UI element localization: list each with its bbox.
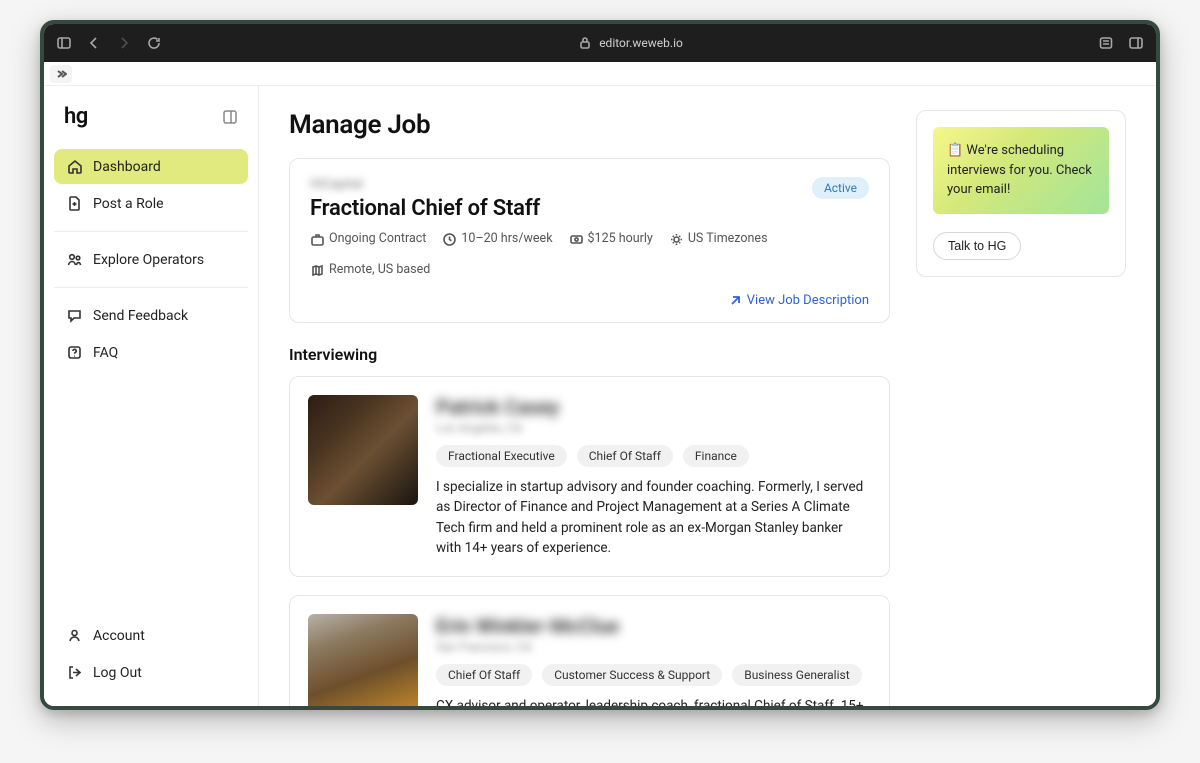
nav-separator	[54, 231, 248, 232]
tag: Chief Of Staff	[577, 445, 673, 467]
sidebar-item-label: FAQ	[93, 345, 118, 361]
job-card: HiCapital Fractional Chief of Staff Acti…	[289, 158, 890, 323]
money-icon	[569, 232, 583, 246]
tag: Chief Of Staff	[436, 664, 532, 686]
interviewing-header: Interviewing	[289, 345, 890, 364]
user-icon	[66, 627, 83, 644]
reload-icon[interactable]	[146, 35, 162, 51]
reader-icon[interactable]	[1098, 35, 1114, 51]
job-company: HiCapital	[310, 177, 540, 192]
map-icon	[310, 263, 324, 277]
tag: Fractional Executive	[436, 445, 567, 467]
sidebar-item-label: Send Feedback	[93, 308, 188, 324]
job-meta: Ongoing Contract 10–20 hrs/week $125 hou…	[310, 231, 869, 277]
logout-icon	[66, 664, 83, 681]
logo: hg	[64, 104, 88, 129]
sidebar-toggle-icon[interactable]	[56, 35, 72, 51]
candidate-name: Erin Winkler-McClue	[436, 614, 871, 638]
info-banner: 📋 We're scheduling interviews for you. C…	[933, 127, 1109, 214]
candidate-card[interactable]: Patrick Casey Los Angeles, CA Fractional…	[289, 376, 890, 577]
avatar	[308, 395, 418, 505]
tag: Customer Success & Support	[542, 664, 722, 686]
meta-contract: Ongoing Contract	[310, 231, 426, 246]
panel-icon[interactable]	[1128, 35, 1144, 51]
nav-separator	[54, 287, 248, 288]
briefcase-icon	[310, 232, 324, 246]
page-title: Manage Job	[289, 110, 890, 140]
sub-toolbar	[44, 62, 1156, 86]
document-plus-icon	[66, 195, 83, 212]
sidebar-item-label: Post a Role	[93, 196, 164, 212]
address-bar[interactable]: editor.weweb.io	[577, 35, 683, 51]
meta-hours: 10–20 hrs/week	[442, 231, 552, 246]
browser-chrome: editor.weweb.io	[44, 24, 1156, 62]
sidebar-footer: Account Log Out	[44, 618, 258, 706]
sidebar-item-post-role[interactable]: Post a Role	[54, 186, 248, 221]
right-panel: 📋 We're scheduling interviews for you. C…	[916, 110, 1126, 277]
people-icon	[66, 251, 83, 268]
view-job-description-link[interactable]: View Job Description	[728, 293, 869, 308]
candidate-description: CX advisor and operator, leadership coac…	[436, 696, 871, 706]
forward-icon[interactable]	[116, 35, 132, 51]
candidate-description: I specialize in startup advisory and fou…	[436, 477, 871, 558]
primary-nav: Dashboard Post a Role Explore Operators …	[44, 149, 258, 372]
main-content: Manage Job HiCapital Fractional Chief of…	[259, 86, 1156, 706]
candidate-name: Patrick Casey	[436, 395, 871, 419]
collapse-sidebar-icon[interactable]	[222, 109, 238, 125]
meta-timezone: US Timezones	[669, 231, 768, 246]
talk-to-hg-button[interactable]: Talk to HG	[933, 232, 1021, 260]
job-title: Fractional Chief of Staff	[310, 196, 540, 221]
sidebar-item-faq[interactable]: FAQ	[54, 335, 248, 370]
sidebar-item-label: Dashboard	[93, 159, 161, 175]
sidebar-item-label: Explore Operators	[93, 252, 204, 268]
sidebar-item-logout[interactable]: Log Out	[54, 655, 248, 690]
sun-icon	[669, 232, 683, 246]
clock-icon	[442, 232, 456, 246]
home-icon	[66, 158, 83, 175]
external-link-icon	[728, 294, 741, 307]
candidate-tags: Fractional Executive Chief Of Staff Fina…	[436, 445, 871, 467]
tag: Finance	[683, 445, 749, 467]
lock-icon	[577, 35, 593, 51]
sidebar-item-label: Log Out	[93, 665, 142, 681]
status-badge: Active	[812, 177, 869, 199]
candidate-location: Los Angeles, CA	[436, 421, 871, 435]
browser-window: editor.weweb.io hg Dashboard	[40, 20, 1160, 710]
candidate-card[interactable]: Erin Winkler-McClue San Francisco, CA Ch…	[289, 595, 890, 706]
sidebar: hg Dashboard Post a Role Explore Operato…	[44, 86, 259, 706]
url-text: editor.weweb.io	[599, 36, 683, 50]
meta-location: Remote, US based	[310, 262, 430, 277]
meta-rate: $125 hourly	[569, 231, 653, 246]
sidebar-item-account[interactable]: Account	[54, 618, 248, 653]
expand-panel-button[interactable]	[50, 65, 72, 83]
app-shell: hg Dashboard Post a Role Explore Operato…	[44, 86, 1156, 706]
sidebar-item-dashboard[interactable]: Dashboard	[54, 149, 248, 184]
sidebar-item-label: Account	[93, 628, 145, 644]
candidate-location: San Francisco, CA	[436, 640, 871, 654]
back-icon[interactable]	[86, 35, 102, 51]
avatar	[308, 614, 418, 706]
candidate-tags: Chief Of Staff Customer Success & Suppor…	[436, 664, 871, 686]
help-icon	[66, 344, 83, 361]
sidebar-item-feedback[interactable]: Send Feedback	[54, 298, 248, 333]
tag: Business Generalist	[732, 664, 861, 686]
sidebar-item-explore[interactable]: Explore Operators	[54, 242, 248, 277]
chat-icon	[66, 307, 83, 324]
